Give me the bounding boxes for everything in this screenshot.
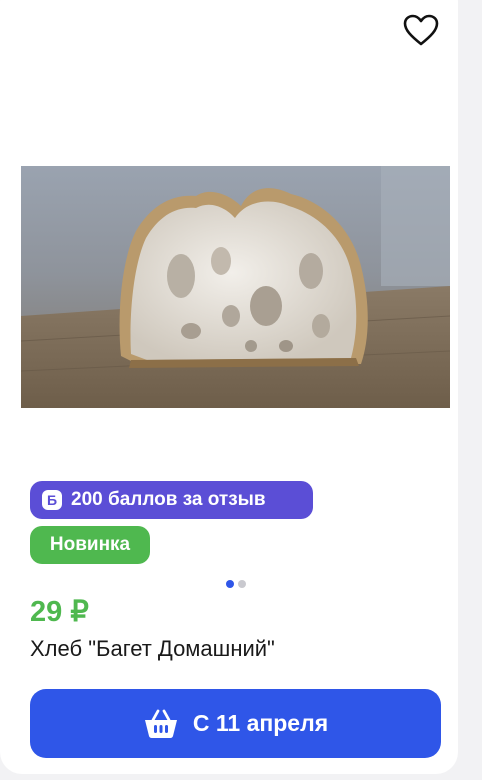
product-title[interactable]: Хлеб "Багет Домашний" [30, 636, 275, 662]
add-to-cart-label: С 11 апреля [192, 710, 329, 736]
product-image[interactable] [21, 166, 450, 408]
reviews-points-label: 200 баллов за отзыв [71, 489, 266, 510]
heart-outline-icon [403, 14, 439, 51]
basket-icon [143, 709, 179, 739]
product-price: 29 ₽ [30, 596, 89, 628]
carousel-dot-2[interactable] [238, 580, 246, 588]
points-icon: Б [42, 490, 62, 510]
carousel-indicator [226, 580, 246, 588]
favorite-button[interactable] [402, 13, 440, 51]
add-to-cart-button[interactable]: С 11 апреля [30, 689, 441, 758]
reviews-points-badge: Б 200 баллов за отзыв [30, 481, 313, 519]
new-badge-label: Новинка [49, 534, 131, 555]
new-badge: Новинка [30, 526, 150, 564]
carousel-dot-1[interactable] [226, 580, 234, 588]
